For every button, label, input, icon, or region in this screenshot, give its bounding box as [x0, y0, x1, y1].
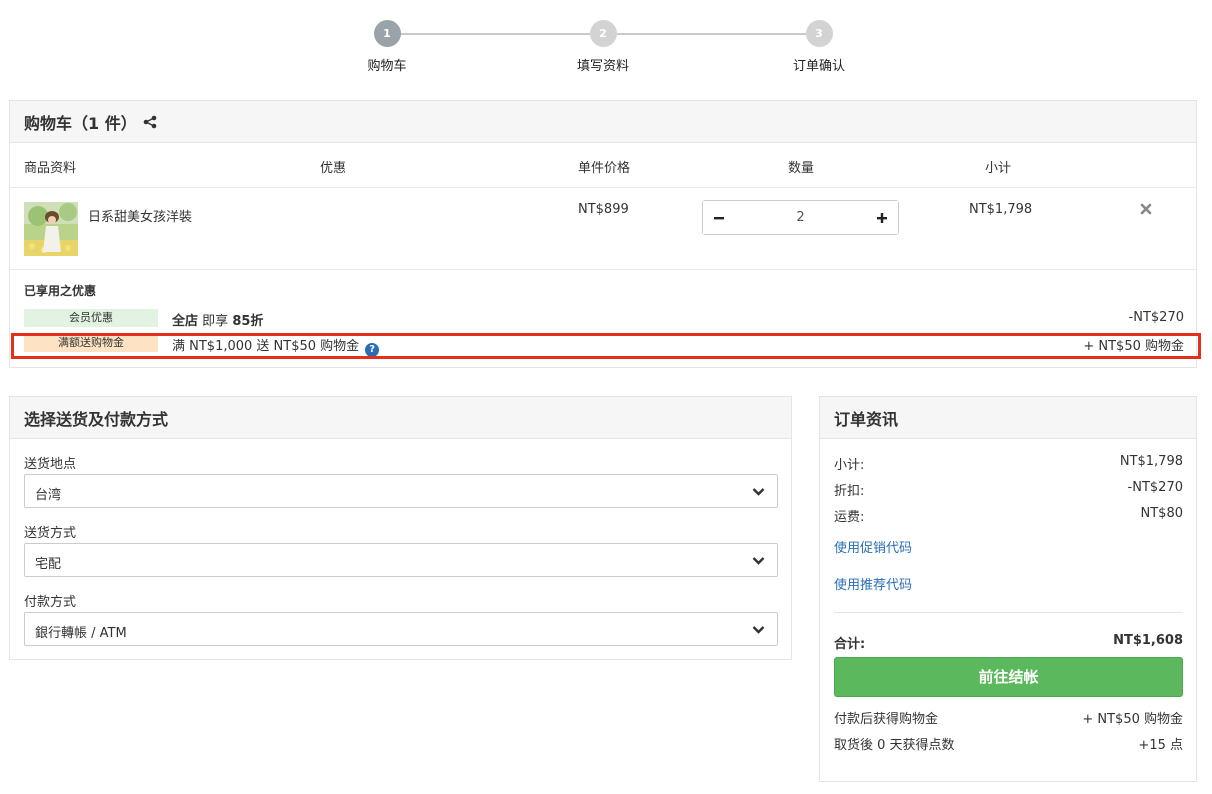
destination-select[interactable]: 台湾: [24, 474, 778, 508]
payment-method-label: 付款方式: [24, 595, 77, 610]
promo-rate: 85折: [232, 314, 264, 329]
remove-icon[interactable]: [1140, 200, 1152, 219]
payment-method-select[interactable]: 銀行轉帳 / ATM: [24, 612, 778, 646]
product-name[interactable]: 日系甜美女孩洋裝: [88, 206, 192, 225]
shipping-header: 选择送货及付款方式: [10, 397, 791, 439]
subtotal-value: NT$1,798: [1119, 454, 1183, 469]
subtotal-row: 小计: NT$1,798: [834, 454, 1183, 473]
chevron-down-icon: [752, 486, 765, 501]
col-product: 商品资料: [24, 161, 77, 176]
promotion-row-member: 会员优惠 全店 即享 85折 -NT$270: [24, 309, 1184, 329]
shipping-title: 选择送货及付款方式: [24, 409, 169, 429]
quantity-input[interactable]: [735, 201, 866, 234]
discount-value: -NT$270: [1127, 480, 1183, 495]
step-number: 1: [373, 20, 401, 47]
shipping-fee-label: 运费:: [834, 510, 865, 525]
destination-label: 送货地点: [24, 457, 77, 472]
step-label: 订单确认: [792, 59, 845, 74]
line-subtotal: NT$1,798: [969, 202, 1033, 217]
promo-desc-text: 满 NT$1,000 送 NT$50 购物金: [172, 339, 360, 354]
total-row: 合计: NT$1,608: [834, 633, 1183, 652]
step-label: 购物车: [367, 59, 407, 74]
promo-scope: 全店: [172, 314, 199, 329]
col-unit-price: 单件价格: [578, 161, 631, 176]
delivery-method-select[interactable]: 宅配: [24, 543, 778, 577]
col-discount: 优惠: [320, 161, 347, 176]
credit-reward-label: 付款后获得购物金: [834, 712, 939, 727]
step-number: 3: [805, 20, 833, 47]
promotion-description: 满 NT$1,000 送 NT$50 购物金?: [172, 335, 380, 357]
cart-item-row: 日系甜美女孩洋裝 NT$899 NT$1,798: [10, 188, 1196, 270]
promotions-title: 已享用之优惠: [24, 284, 97, 298]
share-icon[interactable]: [143, 115, 157, 129]
step-confirm: 3 订单确认: [759, 20, 879, 74]
order-title: 订单资讯: [834, 409, 899, 429]
referral-code-link[interactable]: 使用推荐代码: [834, 574, 912, 593]
product-image[interactable]: [24, 202, 78, 256]
total-value: NT$1,608: [1113, 633, 1183, 648]
points-reward-row: 取货後 0 天获得点数 +15 点: [834, 734, 1183, 753]
points-reward-label: 取货後 0 天获得点数: [834, 738, 955, 753]
col-quantity: 数量: [788, 161, 815, 176]
cart-header: 购物车（1 件）: [10, 101, 1196, 143]
promo-connector: 即享: [202, 314, 229, 329]
payment-method-value: 銀行轉帳 / ATM: [35, 626, 127, 641]
cart-panel: 购物车（1 件） 商品资料 优惠 单件价格 数量 小计 日系甜美女孩洋裝 NT$…: [9, 100, 1197, 368]
quantity-stepper: [702, 200, 899, 235]
total-label: 合计:: [834, 637, 866, 652]
promotion-row-credit: 满额送购物金 满 NT$1,000 送 NT$50 购物金? + NT$50 购…: [24, 334, 1184, 357]
promo-code-link[interactable]: 使用促销代码: [834, 537, 912, 556]
chevron-down-icon: [752, 624, 765, 639]
checkout-button[interactable]: 前往结帐: [834, 657, 1183, 697]
delivery-method-value: 宅配: [35, 557, 62, 572]
promotion-amount: -NT$270: [1128, 310, 1184, 325]
applied-promotions: 已享用之优惠 会员优惠 全店 即享 85折 -NT$270 满额送购物金 满 N…: [10, 270, 1196, 368]
credit-reward-value: + NT$50 购物金: [1082, 712, 1183, 727]
step-label: 填写资料: [576, 59, 629, 74]
destination-value: 台湾: [35, 488, 62, 503]
delivery-method-label: 送货方式: [24, 526, 77, 541]
shipping-payment-panel: 选择送货及付款方式 送货地点 台湾 送货方式 宅配 付款方式 銀行轉帳 / AT…: [9, 396, 792, 660]
shipping-fee-value: NT$80: [1140, 506, 1183, 521]
step-fill-info: 2 填写资料: [543, 20, 663, 74]
step-cart: 1 购物车: [327, 20, 447, 74]
unit-price: NT$899: [578, 202, 629, 217]
order-header: 订单资讯: [820, 397, 1196, 439]
points-reward-value: +15 点: [1138, 738, 1183, 753]
credit-promotion-badge: 满额送购物金: [24, 334, 158, 352]
plus-icon[interactable]: [866, 201, 898, 234]
discount-label: 折扣:: [834, 484, 865, 499]
chevron-down-icon: [752, 555, 765, 570]
order-info-panel: 订单资讯 小计: NT$1,798 折扣: -NT$270 运费: NT$80 …: [819, 396, 1197, 782]
step-number: 2: [589, 20, 617, 47]
promotion-description: 全店 即享 85折: [172, 310, 263, 329]
cart-column-headers: 商品资料 优惠 单件价格 数量 小计: [10, 143, 1196, 188]
promotion-amount: + NT$50 购物金: [1083, 339, 1184, 354]
cart-title: 购物车（1 件）: [24, 113, 137, 133]
minus-icon[interactable]: [703, 201, 735, 234]
divider: [834, 612, 1183, 613]
discount-row: 折扣: -NT$270: [834, 480, 1183, 499]
checkout-stepper: 1 购物车 2 填写资料 3 订单确认: [0, 20, 1212, 80]
credit-reward-row: 付款后获得购物金 + NT$50 购物金: [834, 708, 1183, 727]
member-discount-badge: 会员优惠: [24, 309, 158, 327]
subtotal-label: 小计:: [834, 458, 865, 473]
shipping-fee-row: 运费: NT$80: [834, 506, 1183, 525]
col-subtotal: 小计: [985, 161, 1012, 176]
help-icon[interactable]: ?: [365, 343, 380, 357]
